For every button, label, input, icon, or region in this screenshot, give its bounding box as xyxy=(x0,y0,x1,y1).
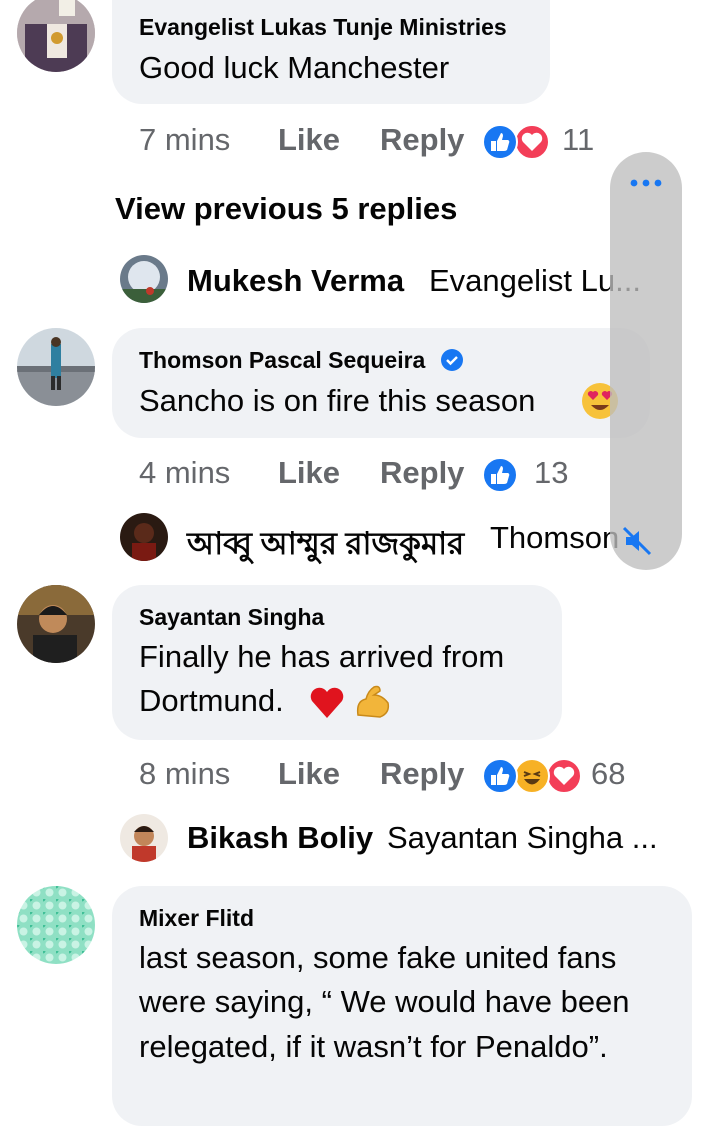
comment-timestamp: 7 mins xyxy=(139,122,231,157)
avatar[interactable] xyxy=(17,585,95,663)
like-icon xyxy=(482,124,518,160)
muted-speaker-icon[interactable] xyxy=(620,524,654,558)
reaction-count[interactable]: 68 xyxy=(591,756,625,792)
comment-timestamp: 8 mins xyxy=(139,756,231,791)
comment-timestamp: 4 mins xyxy=(139,455,231,490)
avatar-photo xyxy=(120,814,168,862)
haha-icon xyxy=(514,758,550,794)
comment-text: Sancho is on fire this season xyxy=(139,383,536,418)
comment-text-line: last season, some fake united fans xyxy=(139,940,617,975)
comment-text: Good luck Manchester xyxy=(139,50,450,85)
like-icon xyxy=(482,758,518,794)
flexed-biceps-emoji xyxy=(352,681,394,723)
reply-preview-text[interactable]: Sayantan Singha ... xyxy=(387,820,658,856)
reply-button[interactable]: Reply xyxy=(380,455,464,491)
avatar[interactable] xyxy=(17,886,95,964)
avatar[interactable] xyxy=(120,255,168,303)
comment-text-line: were saying, “ We would have been xyxy=(139,984,630,1019)
avatar-photo xyxy=(17,585,95,663)
avatar-photo xyxy=(17,0,95,72)
avatar-photo xyxy=(120,255,168,303)
avatar-photo xyxy=(17,886,95,964)
reactions-summary[interactable] xyxy=(482,758,582,794)
reply-author-name[interactable]: Mukesh Verma xyxy=(187,263,404,299)
view-previous-replies-link[interactable]: View previous 5 replies xyxy=(115,191,457,227)
avatar-photo xyxy=(17,328,95,406)
reaction-count[interactable]: 11 xyxy=(562,122,594,158)
reply-button[interactable]: Reply xyxy=(380,756,464,792)
commenter-name[interactable]: Mixer Flitd xyxy=(139,905,254,932)
like-button[interactable]: Like xyxy=(278,756,340,792)
avatar[interactable] xyxy=(120,513,168,561)
reply-author-name[interactable]: আব্বু আম্মুর রাজকুমার xyxy=(187,520,464,572)
avatar[interactable] xyxy=(17,0,95,72)
love-icon xyxy=(546,758,582,794)
comment-text-line: Finally he has arrived from xyxy=(139,639,505,674)
reply-button[interactable]: Reply xyxy=(380,122,464,158)
avatar[interactable] xyxy=(120,814,168,862)
love-icon xyxy=(514,124,550,160)
like-button[interactable]: Like xyxy=(278,455,340,491)
red-heart-emoji xyxy=(308,684,346,722)
commenter-name[interactable]: Evangelist Lukas Tunje Ministries xyxy=(139,14,507,41)
like-icon[interactable] xyxy=(482,457,518,493)
reply-preview-text[interactable]: Thomson xyxy=(490,520,619,556)
commenter-name[interactable]: Thomson Pascal Sequeira xyxy=(139,347,425,374)
avatar-photo xyxy=(120,513,168,561)
reaction-count[interactable]: 13 xyxy=(534,455,568,491)
verified-badge-icon xyxy=(441,349,463,371)
like-button[interactable]: Like xyxy=(278,122,340,158)
reply-author-name[interactable]: Bikash Boliy xyxy=(187,820,373,856)
floating-overlay-panel[interactable] xyxy=(610,152,682,570)
comment-text-line: relegated, if it wasn’t for Penaldo”. xyxy=(139,1029,608,1064)
comment-text-line: Dortmund. xyxy=(139,683,284,718)
reactions-summary[interactable] xyxy=(482,124,552,160)
commenter-name[interactable]: Sayantan Singha xyxy=(139,604,324,631)
more-dots-icon[interactable] xyxy=(626,176,666,190)
avatar[interactable] xyxy=(17,328,95,406)
